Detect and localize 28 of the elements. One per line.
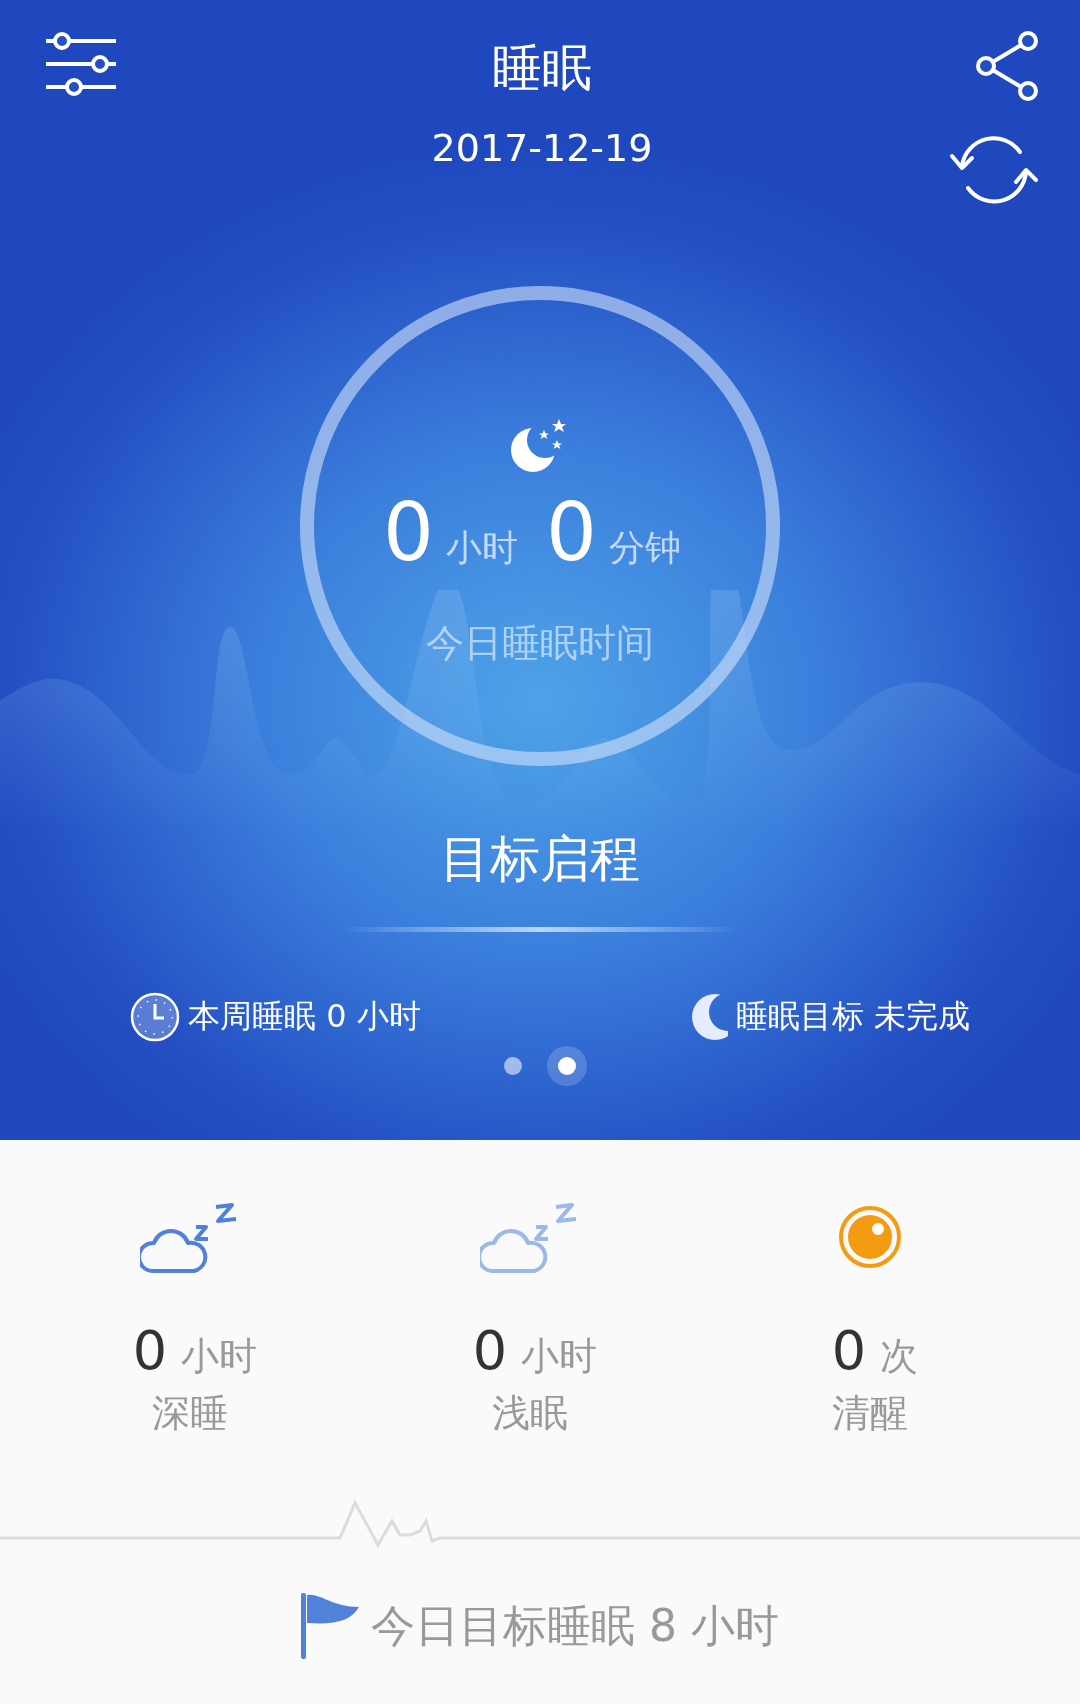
stat-label: 深睡 <box>152 1390 228 1437</box>
stat-unit: 次 <box>880 1333 919 1380</box>
clock-icon <box>130 992 180 1042</box>
target-text: 今日目标睡眠 8 小时 <box>371 1598 779 1653</box>
stat-value: 0 <box>132 1319 168 1382</box>
hours-value: 0 <box>383 488 434 578</box>
page-dot[interactable] <box>558 1057 576 1075</box>
minutes-value: 0 <box>546 488 597 578</box>
stat-value: 0 <box>831 1319 867 1382</box>
page-title: 睡眠 <box>491 38 593 99</box>
stat-unit: 小时 <box>181 1333 258 1380</box>
stat-unit: 小时 <box>521 1333 598 1380</box>
stat-label: 清醒 <box>832 1390 908 1437</box>
share-button[interactable] <box>974 30 1040 102</box>
stat-value: 0 <box>472 1319 508 1382</box>
sleep-time-caption: 今日睡眠时间 <box>426 620 654 667</box>
eye-icon <box>838 1205 902 1269</box>
info-text: 本周睡眠 0 小时 <box>188 996 421 1037</box>
info-text: 睡眠目标 未完成 <box>735 996 970 1037</box>
share-icon <box>974 30 1040 102</box>
page-dot[interactable] <box>504 1057 522 1075</box>
goal-heading: 目标启程 <box>440 829 640 890</box>
moon-icon <box>691 994 728 1040</box>
minutes-unit: 分钟 <box>608 526 681 570</box>
settings-icon <box>44 30 118 98</box>
hours-unit: 小时 <box>446 526 518 570</box>
date-label: 2017-12-19 <box>430 126 654 170</box>
stat-label: 浅眠 <box>492 1390 568 1437</box>
